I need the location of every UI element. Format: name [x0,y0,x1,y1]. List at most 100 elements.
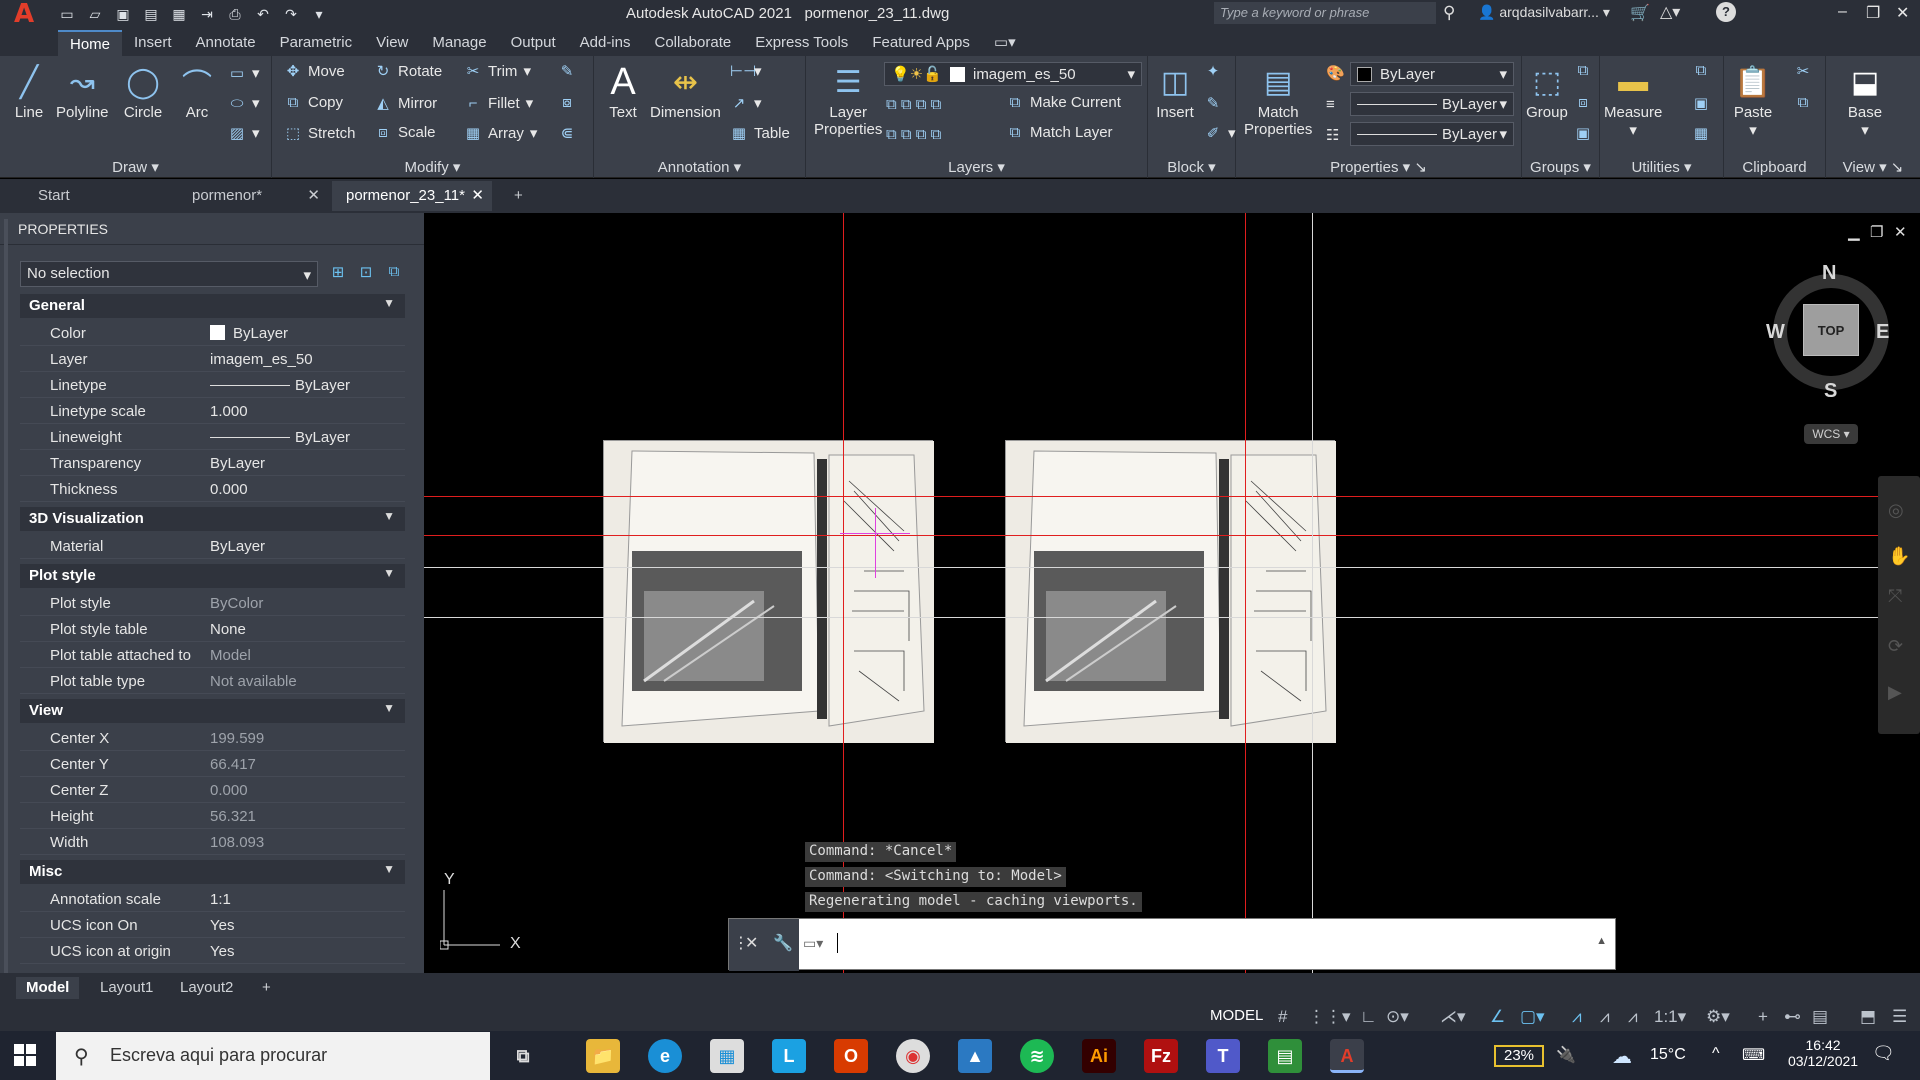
customize-qat-icon[interactable]: ▾ [310,5,328,23]
tab-model[interactable]: Model [16,977,80,999]
copy-button[interactable]: ⧉ Copy [284,94,343,111]
clock[interactable]: 16:42 03/12/2021 [1788,1037,1858,1069]
erase-icon[interactable]: ✎ [558,62,576,80]
network-icon[interactable]: ⌨ [1742,1045,1765,1065]
tab-featured-apps[interactable]: Featured Apps [860,30,982,56]
tab-parametric[interactable]: Parametric [268,30,365,56]
store-icon[interactable]: ▦ [710,1039,744,1073]
calculator-icon[interactable]: ▦ [1692,124,1710,142]
construction-line-red-h1[interactable] [424,496,1920,497]
orbit-icon[interactable]: ⟳ [1888,636,1910,658]
group-button[interactable]: ⬚ Group [1526,60,1568,122]
ribbon-minimize-icon[interactable]: ▭▾ [982,30,1028,56]
windows-start-icon[interactable] [14,1044,36,1066]
autocad-logo-icon[interactable]: A [0,0,48,29]
illustrator-icon[interactable]: Ai [1082,1039,1116,1073]
property-row-general[interactable]: Transparency ByLayer [20,450,405,476]
group-edit-icon[interactable]: ⧈ [1574,94,1592,111]
object-snap-icon[interactable]: ▢▾ [1520,1007,1545,1027]
make-current-button[interactable]: ⧉ Make Current [1006,94,1121,111]
tab-collaborate[interactable]: Collaborate [642,30,743,56]
property-value[interactable]: 56.321 [210,808,256,825]
plot-icon[interactable]: ⎙ [226,5,244,23]
linear-dim-icon[interactable]: ⊢⊣ ▾ [730,62,762,80]
modify-panel-title[interactable]: Modify ▾ [272,158,593,176]
block-panel-title[interactable]: Block ▾ [1148,158,1235,176]
close-tab-icon[interactable]: ✕ [307,181,320,211]
zoom-extents-icon[interactable]: ⤧ [1888,586,1910,608]
compass-north[interactable]: N [1822,262,1836,285]
insert-button[interactable]: ◫ Insert [1154,60,1196,122]
section-plot-style[interactable]: Plot style ▼ [20,564,405,588]
property-value[interactable]: 0.000 [210,481,248,498]
property-row-view[interactable]: Height 56.321 [20,803,405,829]
palette-grip[interactable] [4,219,8,973]
select-objects-icon[interactable]: ⊡ [356,263,376,283]
property-value[interactable]: 1.000 [210,403,248,420]
quick-properties-icon[interactable]: ▤ [1812,1007,1828,1027]
new-layout-icon[interactable]: + [252,977,281,999]
edit-block-icon[interactable]: ✎ [1204,94,1222,112]
color-dropdown[interactable]: ByLayer ▾ [1350,62,1514,86]
compass-west[interactable]: W [1766,321,1785,344]
viewcube-top-face[interactable]: TOP [1803,304,1859,356]
layer-tools-row2-icon[interactable]: ⧉ ⧉ ⧉ ⧉ [886,126,941,143]
command-close-icon[interactable]: ✕ [745,933,758,953]
command-prompt-icon[interactable]: ▭▾ [803,935,823,952]
section-misc[interactable]: Misc ▼ [20,860,405,884]
annotation-scale-dropdown[interactable]: 1:1▾ [1654,1007,1686,1027]
showmotion-icon[interactable]: ▶ [1888,682,1910,704]
isodraft-icon[interactable]: ⋌▾ [1440,1007,1466,1027]
open-file-icon[interactable]: ▱ [86,5,104,23]
excel-like-icon[interactable]: ▤ [1268,1039,1302,1073]
edge-icon[interactable]: e [648,1039,682,1073]
section-view[interactable]: View ▼ [20,699,405,723]
mirror-button[interactable]: ◭ Mirror [374,94,437,113]
property-row-misc[interactable]: UCS icon at origin Yes [20,938,405,964]
layer-tools-row1-icon[interactable]: ⧉ ⧉ ⧉ ⧉ [886,96,941,113]
property-value[interactable]: ByLayer [210,538,265,555]
properties-panel-title[interactable]: Properties ▾ ↘ [1236,158,1521,176]
viewcube[interactable]: TOP N S E W [1766,262,1896,404]
paste-button[interactable]: 📋 Paste ▾ [1732,60,1774,140]
construction-line-white-v1[interactable] [1312,213,1313,973]
raster-image-right[interactable] [1005,440,1336,743]
spotify-icon[interactable]: ≋ [1020,1039,1054,1073]
property-row-general[interactable]: Layer imagem_es_50 [20,346,405,372]
property-value[interactable]: Yes [210,917,234,934]
property-value[interactable]: 1:1 [210,891,231,908]
leader-icon[interactable]: ↗ ▾ [730,94,762,112]
annotation-panel-title[interactable]: Annotation ▾ [594,158,805,176]
notifications-icon[interactable]: 🗨 [1872,1043,1895,1064]
property-row-view[interactable]: Center Y 66.417 [20,751,405,777]
match-properties-button[interactable]: ▤ Match Properties [1244,60,1312,139]
doc-tab-start[interactable]: Start [24,181,174,211]
property-value[interactable]: Not available [210,673,297,690]
property-row-general[interactable]: Color ByLayer [20,320,405,346]
office-icon[interactable]: O [834,1039,868,1073]
layer-dropdown[interactable]: 💡☀🔓 imagem_es_50 ▾ [884,62,1142,86]
redo-icon[interactable]: ↷ [282,5,300,23]
match-layer-button[interactable]: ⧉ Match Layer [1006,124,1113,141]
property-value[interactable]: ByLayer [210,377,350,394]
polyline-button[interactable]: ↝ Polyline [56,60,109,122]
save-as-icon[interactable]: ▤ [142,5,160,23]
pan-icon[interactable]: ✋ [1888,546,1910,568]
construction-line-red-v2[interactable] [1245,213,1246,973]
construction-line-white-h2[interactable] [424,617,1920,618]
customize-statusbar-icon[interactable]: ☰ [1892,1007,1907,1027]
teams-icon[interactable]: T [1206,1039,1240,1073]
select-all-icon[interactable]: ▣ [1692,94,1710,112]
fillet-button[interactable]: ⌐ Fillet ▾ [464,94,534,113]
annotation-visibility-icon[interactable]: ⩘ [1572,1007,1582,1027]
tab-insert[interactable]: Insert [122,30,184,56]
section-3d-visualization[interactable]: 3D Visualization ▼ [20,507,405,531]
color-wheel-icon[interactable]: 🎨 [1326,64,1345,82]
property-row-misc[interactable]: UCS icon On Yes [20,912,405,938]
property-value[interactable]: Model [210,647,251,664]
undo-icon[interactable]: ↶ [254,5,272,23]
rotate-button[interactable]: ↻ Rotate [374,62,443,81]
property-value[interactable]: 199.599 [210,730,264,747]
wcs-menu[interactable]: WCS ▾ [1804,424,1858,444]
construction-line-white-h1[interactable] [424,567,1920,568]
